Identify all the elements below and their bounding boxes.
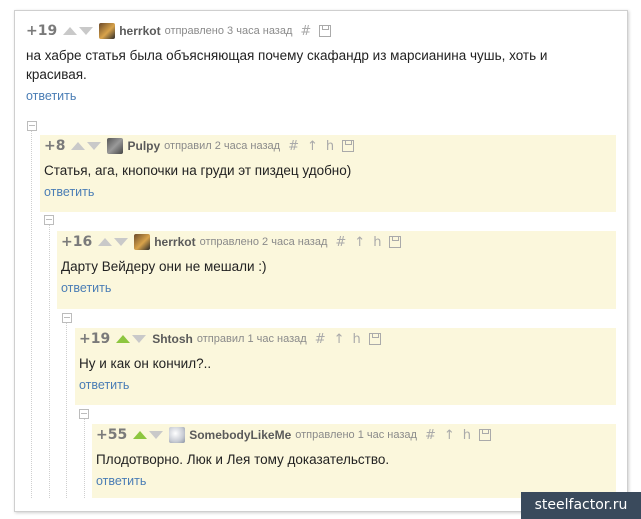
comment: +55 SomebodyLikeMe отправлено 1 час наза… bbox=[92, 424, 616, 498]
parent-comment-icon[interactable]: ↑ bbox=[307, 139, 318, 154]
comment-rating: +19 bbox=[79, 331, 111, 347]
comment: +8 Pulpy отправил 2 часа назад # ↑ h Ста… bbox=[40, 135, 616, 212]
thread-icon[interactable]: h bbox=[353, 332, 361, 347]
comment-rating: +8 bbox=[44, 138, 66, 154]
upvote-icon[interactable] bbox=[98, 238, 113, 246]
parent-comment-icon[interactable]: ↑ bbox=[354, 235, 365, 250]
comment-text: Плодотворно. Люк и Лея тому доказательст… bbox=[96, 452, 390, 467]
save-icon[interactable] bbox=[342, 140, 355, 152]
reply-link[interactable]: ответить bbox=[44, 185, 616, 199]
comment: +19 Shtosh отправил 1 час назад # ↑ h Ну… bbox=[75, 328, 616, 405]
comment-rating: +55 bbox=[96, 427, 128, 443]
reply-link[interactable]: ответить bbox=[79, 378, 616, 392]
reply-link[interactable]: ответить bbox=[61, 281, 616, 295]
parent-comment-icon[interactable]: ↑ bbox=[334, 332, 345, 347]
downvote-icon[interactable] bbox=[114, 238, 129, 246]
watermark: steelfactor.ru bbox=[521, 492, 641, 519]
avatar[interactable] bbox=[107, 138, 124, 154]
comment-text: Статья, ага, кнопочки на груди эт пиздец… bbox=[44, 163, 352, 178]
collapse-toggle[interactable] bbox=[62, 313, 72, 323]
comment-author[interactable]: SomebodyLikeMe bbox=[189, 428, 291, 442]
thread-icon[interactable]: h bbox=[326, 139, 334, 154]
permalink-icon[interactable]: # bbox=[425, 428, 436, 443]
comment-author[interactable]: herrkot bbox=[119, 24, 160, 38]
comment-timestamp: отправил 2 часа назад bbox=[164, 140, 281, 152]
comment-timestamp: отправил 1 час назад bbox=[196, 333, 307, 345]
comment-header: +55 SomebodyLikeMe отправлено 1 час наза… bbox=[96, 424, 616, 446]
permalink-icon[interactable]: # bbox=[315, 332, 326, 347]
permalink-icon[interactable]: # bbox=[300, 24, 311, 39]
upvote-icon[interactable] bbox=[133, 431, 148, 439]
permalink-icon[interactable]: # bbox=[288, 139, 299, 154]
collapse-toggle[interactable] bbox=[27, 121, 37, 131]
downvote-icon[interactable] bbox=[132, 335, 147, 343]
reply-link[interactable]: ответить bbox=[26, 89, 616, 103]
comment-text: Ну и как он кончил?.. bbox=[79, 356, 212, 371]
save-icon[interactable] bbox=[319, 25, 332, 37]
comment-rating: +19 bbox=[26, 23, 58, 39]
thread-icon[interactable]: h bbox=[373, 235, 381, 250]
save-icon[interactable] bbox=[368, 333, 381, 345]
comment-author[interactable]: Pulpy bbox=[127, 139, 160, 153]
comment-author[interactable]: herrkot bbox=[154, 235, 195, 249]
comment-header: +8 Pulpy отправил 2 часа назад # ↑ h bbox=[44, 135, 616, 157]
downvote-icon[interactable] bbox=[87, 142, 102, 150]
thread-icon[interactable]: h bbox=[463, 428, 471, 443]
collapse-toggle[interactable] bbox=[79, 409, 89, 419]
parent-comment-icon[interactable]: ↑ bbox=[444, 428, 455, 443]
tree-line bbox=[49, 224, 50, 498]
comment-text: Дарту Вейдеру они не мешали :) bbox=[61, 259, 267, 274]
avatar[interactable] bbox=[169, 427, 186, 443]
tree-line bbox=[84, 416, 85, 498]
reply-link[interactable]: ответить bbox=[96, 474, 616, 488]
upvote-icon[interactable] bbox=[116, 335, 131, 343]
comment-rating: +16 bbox=[61, 234, 93, 250]
downvote-icon[interactable] bbox=[149, 431, 164, 439]
collapse-toggle[interactable] bbox=[44, 215, 54, 225]
comment-text: на хабре статья была объясняющая почему … bbox=[26, 48, 548, 82]
page: +19 herrkot отправлено 3 часа назад # на… bbox=[0, 0, 641, 519]
comment-timestamp: отправлено 2 часа назад bbox=[199, 236, 328, 248]
tree-line bbox=[66, 320, 67, 498]
comment-author[interactable]: Shtosh bbox=[152, 332, 193, 346]
comment-header: +19 herrkot отправлено 3 часа назад # bbox=[26, 20, 616, 42]
save-icon[interactable] bbox=[479, 429, 492, 441]
permalink-icon[interactable]: # bbox=[335, 235, 346, 250]
comment-timestamp: отправлено 1 час назад bbox=[295, 429, 417, 441]
comment: +19 herrkot отправлено 3 часа назад # на… bbox=[26, 20, 616, 103]
comment: +16 herrkot отправлено 2 часа назад # ↑ … bbox=[57, 231, 616, 309]
avatar[interactable] bbox=[99, 23, 116, 39]
upvote-icon[interactable] bbox=[63, 27, 78, 35]
comment-header: +16 herrkot отправлено 2 часа назад # ↑ … bbox=[61, 231, 616, 253]
downvote-icon[interactable] bbox=[79, 27, 94, 35]
comment-header: +19 Shtosh отправил 1 час назад # ↑ h bbox=[79, 328, 616, 350]
comment-timestamp: отправлено 3 часа назад bbox=[164, 25, 293, 37]
save-icon[interactable] bbox=[389, 236, 402, 248]
avatar[interactable] bbox=[134, 234, 151, 250]
tree-line bbox=[31, 128, 32, 498]
upvote-icon[interactable] bbox=[71, 142, 86, 150]
